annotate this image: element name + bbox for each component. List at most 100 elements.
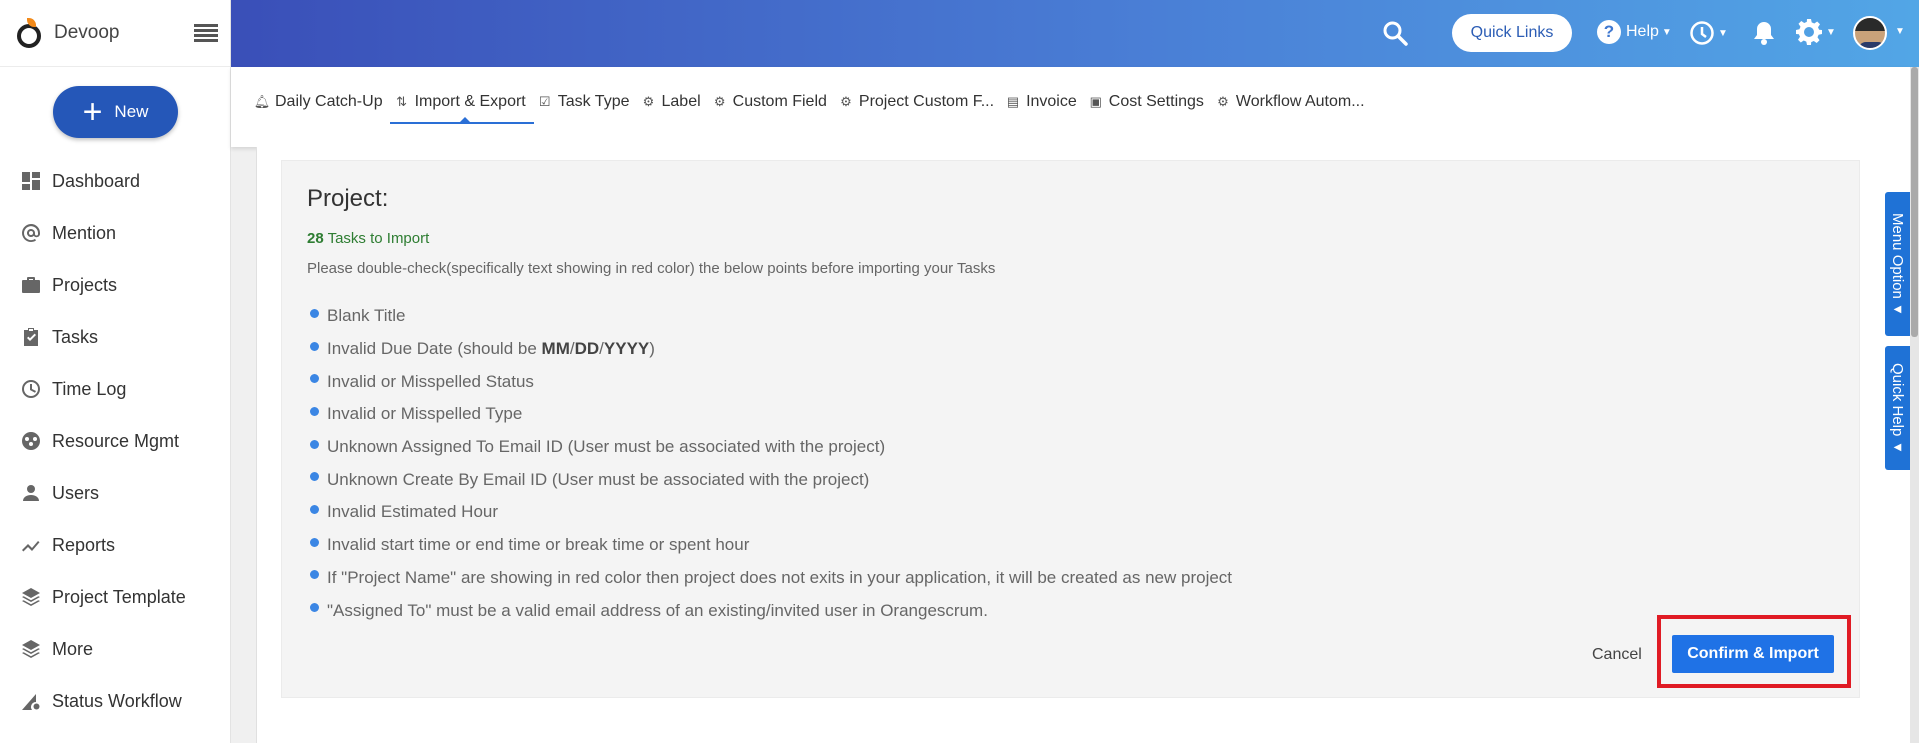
scrollbar-thumb[interactable] [1911,67,1918,337]
settings-menu[interactable]: ▼ [1795,18,1836,46]
quick-help-tab[interactable]: Quick Help ◀ [1885,346,1910,470]
tab-label: Task Type [557,93,630,110]
sidebar-item-tasks[interactable]: Tasks [0,311,230,363]
sidebar-item-projects[interactable]: Projects [0,259,230,311]
list-item: Invalid Due Date (should be MM/DD/YYYY) [307,333,1232,366]
sidebar-item-label: Resource Mgmt [52,430,180,451]
bullet-icon [310,472,319,482]
sidebar-item-label: Users [52,482,100,503]
chevron-down-icon: ▼ [1661,26,1672,38]
list-item: Blank Title [307,300,1232,333]
gear-icon: ⚙ [642,94,655,109]
sidebar-item-project-template[interactable]: Project Template [0,571,230,623]
sidebar-item-time-log[interactable]: Time Log [0,363,230,415]
briefcase-icon [20,274,42,296]
list-item: Invalid or Misspelled Status [307,365,1232,398]
sidebar-item-resource-mgmt[interactable]: Resource Mgmt [0,415,230,467]
triangle-left-icon: ◀ [1892,304,1903,316]
tab-label: Custom Field [732,93,827,110]
tab-label: Invoice [1026,93,1077,110]
cancel-button[interactable]: Cancel [1592,646,1642,664]
task-count-number: 28 [307,230,324,247]
sidebar-item-more[interactable]: More [0,623,230,675]
bullet-icon [310,374,319,384]
bell-icon: 🔔︎ [253,94,271,109]
bullet-icon [310,406,319,416]
bullet-icon [310,537,319,547]
menu-toggle-icon[interactable] [194,24,218,42]
new-button[interactable]: + New [53,86,178,138]
dashboard-icon [20,170,42,192]
menu-option-label: Menu Option [1889,212,1906,299]
chevron-down-icon: ▼ [1718,27,1728,39]
validation-list: Blank Title Invalid Due Date (should be … [307,300,1232,627]
sidebar-item-label: Projects [52,274,118,295]
list-item: Invalid Estimated Hour [307,496,1232,529]
tab-task-type[interactable]: ☑ Task Type [538,87,630,117]
list-item: Invalid start time or end time or break … [307,529,1232,562]
list-item: "Assigned To" must be a valid email addr… [307,594,1232,627]
bell-icon[interactable] [1752,20,1776,46]
chevron-down-icon[interactable]: ▼ [1895,26,1905,37]
tab-project-custom-field[interactable]: ⚙ Project Custom F... [839,87,994,117]
menu-option-tab[interactable]: Menu Option ◀ [1885,192,1910,336]
help-icon: ? [1597,20,1621,44]
sidebar-item-label: Reports [52,534,116,555]
gear-icon: ⚙ [840,94,852,109]
tab-workflow-automation[interactable]: ⚙ Workflow Autom... [1216,87,1365,117]
tab-import-export[interactable]: ⇅ Import & Export [389,87,534,124]
avatar[interactable] [1853,16,1887,50]
tab-custom-field[interactable]: ⚙ Custom Field [713,87,827,117]
clock-icon [20,378,42,400]
quick-help-label: Quick Help [1889,362,1906,437]
bullet-icon [310,341,319,351]
tab-label[interactable]: ⚙ Label [642,87,701,117]
invoice-icon: ▤ [1006,94,1020,109]
scrollbar[interactable] [1910,67,1919,743]
sidebar-item-reports[interactable]: Reports [0,519,230,571]
sidebar-item-users[interactable]: Users [0,467,230,519]
list-item: If "Project Name" are showing in red col… [307,562,1232,595]
import-export-icon: ⇅ [396,94,408,109]
checkbox-icon: ☑ [538,94,551,109]
quick-links-button[interactable]: Quick Links [1452,14,1572,52]
tab-label: Workflow Autom... [1235,93,1365,110]
brand-logo-icon[interactable] [16,18,42,48]
tab-label: Project Custom F... [858,93,995,110]
help-menu[interactable]: ? Help ▼ [1597,20,1672,44]
sidebar-item-label: Project Template [52,586,186,607]
brand-name[interactable]: Devoop [54,22,120,44]
clock-icon [1690,21,1714,45]
list-item: Unknown Create By Email ID (User must be… [307,463,1232,496]
layers-icon [20,586,42,608]
bullet-icon [310,603,319,613]
sidebar-item-label: Tasks [52,326,99,347]
sidebar-item-label: More [52,638,94,659]
list-item: Unknown Assigned To Email ID (User must … [307,431,1232,464]
tab-cost-settings[interactable]: ▣ Cost Settings [1089,87,1204,117]
bullet-icon [310,570,319,580]
search-icon[interactable] [1382,20,1408,46]
sidebar-item-dashboard[interactable]: Dashboard [0,155,230,207]
triangle-left-icon: ◀ [1892,442,1903,454]
user-icon [20,482,42,504]
sidebar-item-status-workflow[interactable]: Status Workflow [0,675,230,727]
timer-menu[interactable]: ▼ [1689,20,1728,46]
sidebar-item-label: Status Workflow [52,690,182,711]
tab-invoice[interactable]: ▤ Invoice [1006,87,1077,117]
sidebar-nav: Dashboard Mention Projects Tasks Time Lo… [0,155,230,727]
task-count: 28 Tasks to Import [307,230,429,247]
cost-icon: ▣ [1089,94,1102,109]
layers-icon [20,638,42,660]
tab-daily-catch-up[interactable]: 🔔︎ Daily Catch-Up [253,87,383,117]
at-icon [20,222,42,244]
sidebar-item-mention[interactable]: Mention [0,207,230,259]
tab-label: Cost Settings [1108,93,1204,110]
gear-icon: ⚙ [1217,94,1229,109]
sidebar-item-label: Dashboard [52,170,141,191]
sidebar-item-label: Time Log [52,378,127,399]
resource-icon [20,430,42,452]
plus-icon: + [82,93,103,131]
new-button-label: New [114,102,149,121]
gear-icon: ⚙ [713,94,726,109]
